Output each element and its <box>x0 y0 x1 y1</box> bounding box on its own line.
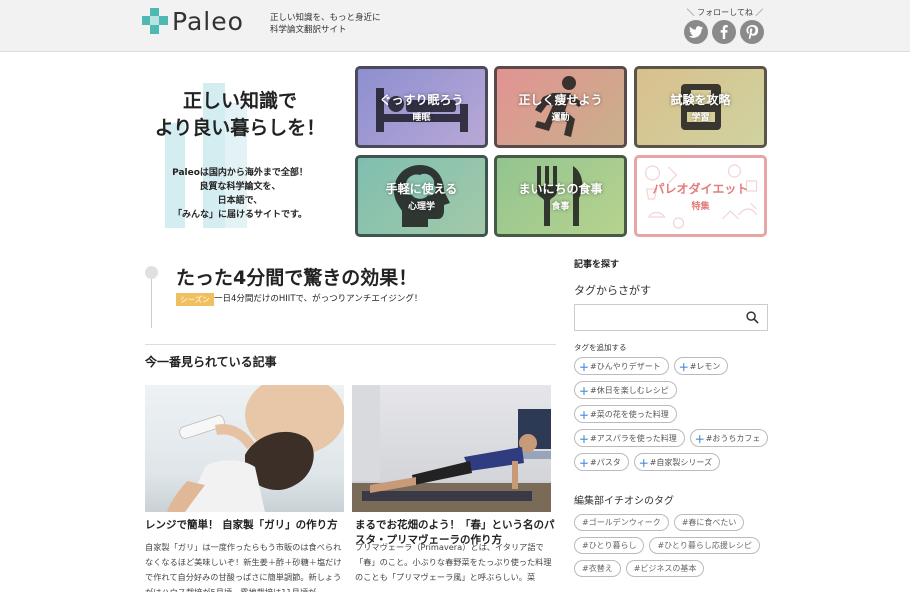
category-tile-psychology[interactable]: 手軽に使える 心理学 <box>355 155 488 237</box>
pick-tag-link[interactable]: #ビジネスの基本 <box>625 560 705 577</box>
hero-title-line-1: 正しい知識で <box>182 90 297 112</box>
tile-subtitle: 運動 <box>551 113 570 123</box>
logo-cross-icon <box>142 8 168 34</box>
tag-search-input[interactable] <box>574 304 768 331</box>
tile-subtitle: 特集 <box>691 202 710 212</box>
pick-tag-link[interactable]: #ゴールデンウィーク <box>574 514 669 531</box>
site-logo[interactable]: Paleo <box>142 6 244 36</box>
tile-subtitle: 心理学 <box>407 202 435 212</box>
add-tag-button[interactable]: ＋ #アスパラを使った料理 <box>574 429 685 447</box>
tag-label: #おうちカフェ <box>705 433 761 443</box>
site-tagline: 正しい知識を、もっと身近に 科学論文翻訳サイト <box>270 12 381 36</box>
article-excerpt: プリマヴェーラ（Primavera）とは、イタリア語で「春」のこと。小ぶりな春野… <box>355 542 552 582</box>
pick-tag-link[interactable]: #春に食べたい <box>673 514 745 531</box>
facebook-icon[interactable] <box>712 20 736 44</box>
article-image-drinking[interactable] <box>145 385 344 512</box>
category-tile-sleep[interactable]: ぐっすり眠ろう 睡眠 <box>355 66 488 148</box>
plus-icon: ＋ <box>694 434 705 446</box>
article-excerpt: 自家製「ガリ」は一度作ったらもう市販のは食べられなくなるほど美味しいぞ！新生姜＋… <box>145 542 342 592</box>
article-title[interactable]: レンジで簡単！ 自家製「ガリ」の作り方 <box>145 518 349 533</box>
tile-subtitle: 睡眠 <box>412 113 431 123</box>
hero-desc-line-1: Paleoは国内から海外まで全部！ <box>172 168 308 178</box>
tile-title: ぐっすり眠ろう <box>379 93 464 107</box>
section-divider <box>145 344 556 345</box>
editor-pick-tag-list: #ゴールデンウィーク #春に食べたい #ひとり暮らし #ひとり暮らし応援レシピ … <box>574 514 774 577</box>
add-tag-button[interactable]: ＋ #休日を楽しむレシピ <box>574 381 677 399</box>
plus-icon: ＋ <box>579 362 589 374</box>
site-header: Paleo 正しい知識を、もっと身近に 科学論文翻訳サイト ＼ フォローしてね … <box>0 0 910 52</box>
add-tag-label: タグを追加する <box>574 343 627 352</box>
pinterest-icon[interactable] <box>740 20 764 44</box>
pick-tag-link[interactable]: #ひとり暮らし <box>574 537 645 554</box>
tagline-line-2: 科学論文翻訳サイト <box>270 25 347 35</box>
feature-timeline-dot <box>145 266 158 279</box>
article-image-workout[interactable] <box>352 385 551 512</box>
hero-title: 正しい知識で より良い暮らしを！ <box>140 88 340 142</box>
feature-title[interactable]: たった4分間で驚きの効果！ <box>176 263 417 290</box>
add-tag-button[interactable]: ＋ #おうちカフェ <box>689 429 769 447</box>
feature-subtitle[interactable]: 一日4分間だけのHIITで、がっつりアンチエイジング！ <box>214 292 422 304</box>
add-tag-button[interactable]: ＋ #ひんやりデザート <box>574 357 669 375</box>
feature-timeline-line <box>151 272 152 328</box>
popular-heading: 今一番見られている記事 <box>145 355 277 369</box>
category-tile-study[interactable]: 試験を攻略 学習 <box>634 66 767 148</box>
tag-label: #自家製シリーズ <box>649 457 713 467</box>
tile-title: まいにちの食事 <box>518 182 603 196</box>
twitter-icon[interactable] <box>684 20 708 44</box>
hero-desc-line-4: 「みんな」に届けるサイトです。 <box>172 210 308 220</box>
category-tile-meal[interactable]: まいにちの食事 食事 <box>494 155 627 237</box>
plus-icon: ＋ <box>579 410 589 422</box>
follow-label: ＼ フォローしてね ／ <box>686 8 764 17</box>
hero-desc-line-2: 良質な科学論文を、 <box>199 182 281 192</box>
tag-label: #レモン <box>689 361 721 371</box>
logo-text: Paleo <box>172 6 244 36</box>
tile-title: 正しく痩せよう <box>518 93 603 107</box>
sidebar-heading: 記事を探す <box>574 260 620 270</box>
plus-icon: ＋ <box>579 386 589 398</box>
category-tile-paleo-diet[interactable]: パレオダイエット 特集 <box>634 155 767 237</box>
category-tile-exercise[interactable]: 正しく痩せよう 運動 <box>494 66 627 148</box>
tile-subtitle: 学習 <box>691 113 710 123</box>
tag-label: #アスパラを使った料理 <box>590 433 677 443</box>
add-tag-button[interactable]: ＋ #レモン <box>673 357 729 375</box>
tile-subtitle: 食事 <box>551 202 570 212</box>
add-tag-list: ＋ #ひんやりデザート ＋ #レモン ＋ #休日を楽しむレシピ ＋ #菜の花を使った料理… <box>574 357 774 471</box>
tag-search-label: タグからさがす <box>574 284 651 297</box>
search-icon[interactable] <box>746 311 759 324</box>
tile-title: 試験を攻略 <box>670 93 731 107</box>
plank-exercise-image <box>352 385 551 512</box>
pick-tag-link[interactable]: #ひとり暮らし応援レシピ <box>649 537 760 554</box>
hero-title-line-2: より良い暮らしを！ <box>154 117 326 139</box>
editor-picks-heading: 編集部イチオシのタグ <box>574 496 674 507</box>
tag-label: #菜の花を使った料理 <box>590 409 669 419</box>
tagline-line-1: 正しい知識を、もっと身近に <box>270 13 381 23</box>
tag-label: #ひんやりデザート <box>590 361 661 371</box>
season-badge: シーズン <box>176 293 214 306</box>
tag-label: #パスタ <box>590 457 621 467</box>
pick-tag-link[interactable]: #衣替え <box>574 560 621 577</box>
add-tag-button[interactable]: ＋ #菜の花を使った料理 <box>574 405 677 423</box>
social-links <box>684 20 764 44</box>
tile-title: パレオダイエット <box>652 182 749 196</box>
plus-icon: ＋ <box>638 458 649 470</box>
hero-desc-line-3: 日本語で、 <box>217 196 263 206</box>
woman-drinking-image <box>167 385 344 512</box>
plus-icon: ＋ <box>678 362 689 374</box>
hero-description: Paleoは国内から海外まで全部！ 良質な科学論文を、 日本語で、 「みんな」に… <box>140 166 340 222</box>
tag-label: #休日を楽しむレシピ <box>590 385 669 395</box>
plus-icon: ＋ <box>579 458 589 470</box>
add-tag-button[interactable]: ＋ #自家製シリーズ <box>633 453 721 471</box>
tile-title: 手軽に使える <box>385 182 458 196</box>
add-tag-button[interactable]: ＋ #パスタ <box>574 453 629 471</box>
plus-icon: ＋ <box>579 434 589 446</box>
